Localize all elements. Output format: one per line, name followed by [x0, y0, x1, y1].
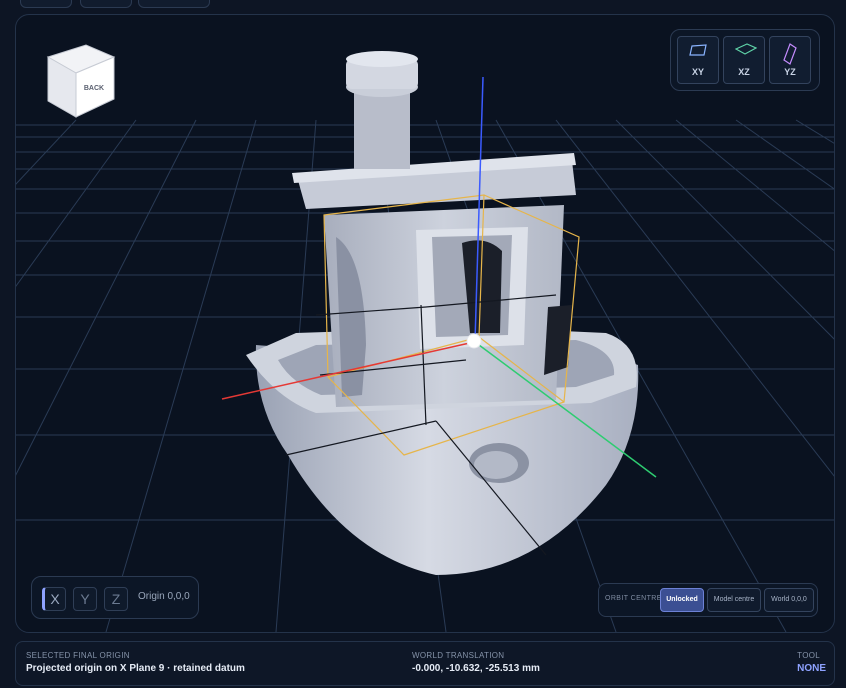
selected-origin-label: SELECTED FINAL ORIGIN [26, 651, 130, 660]
orbit-model-centre-button[interactable]: Model centre [707, 588, 761, 612]
top-tab-1[interactable] [20, 0, 72, 8]
axis-x-button[interactable]: X [42, 587, 66, 611]
orbit-centre-title: ORBIT CENTRE [605, 595, 662, 602]
orbit-unlocked-button[interactable]: Unlocked [660, 588, 704, 612]
plane-selector: XY XZ YZ [670, 29, 820, 91]
tool-label: TOOL [797, 651, 820, 660]
selected-origin-value: Projected origin on X Plane 9 · retained… [26, 663, 245, 674]
top-tab-3[interactable] [138, 0, 210, 8]
origin-label: Origin 0,0,0 [138, 591, 190, 602]
axis-z-button[interactable]: Z [104, 587, 128, 611]
plane-yz-label: YZ [784, 67, 796, 77]
axis-y-button[interactable]: Y [73, 587, 97, 611]
plane-xy-button[interactable]: XY [677, 36, 719, 84]
view-cube[interactable]: BACK [46, 43, 116, 121]
plane-yz-icon [783, 43, 797, 65]
scene-canvas[interactable] [16, 15, 834, 632]
plane-xy-icon [689, 44, 707, 56]
plane-xz-label: XZ [738, 67, 750, 77]
3d-viewport[interactable]: BACK XY XZ YZ X Y Z Origin 0,0,0 ORBIT C… [15, 14, 835, 633]
plane-yz-button[interactable]: YZ [769, 36, 811, 84]
world-translation-label: WORLD TRANSLATION [412, 651, 505, 660]
orbit-world-origin-button[interactable]: World 0,0,0 [764, 588, 814, 612]
orbit-centre-selector: ORBIT CENTRE Unlocked Model centre World… [598, 583, 818, 617]
plane-xz-button[interactable]: XZ [723, 36, 765, 84]
axis-selector: X Y Z Origin 0,0,0 [31, 576, 199, 619]
top-tab-2[interactable] [80, 0, 132, 8]
plane-xz-icon [735, 43, 757, 55]
world-translation-value: -0.000, -10.632, -25.513 mm [412, 663, 540, 674]
tool-value: NONE [797, 663, 826, 674]
status-bar: SELECTED FINAL ORIGIN Projected origin o… [15, 641, 835, 686]
viewcube-face-label: BACK [84, 85, 104, 92]
plane-xy-label: XY [691, 67, 704, 77]
boat-model[interactable] [246, 51, 639, 575]
origin-handle[interactable] [466, 333, 482, 349]
